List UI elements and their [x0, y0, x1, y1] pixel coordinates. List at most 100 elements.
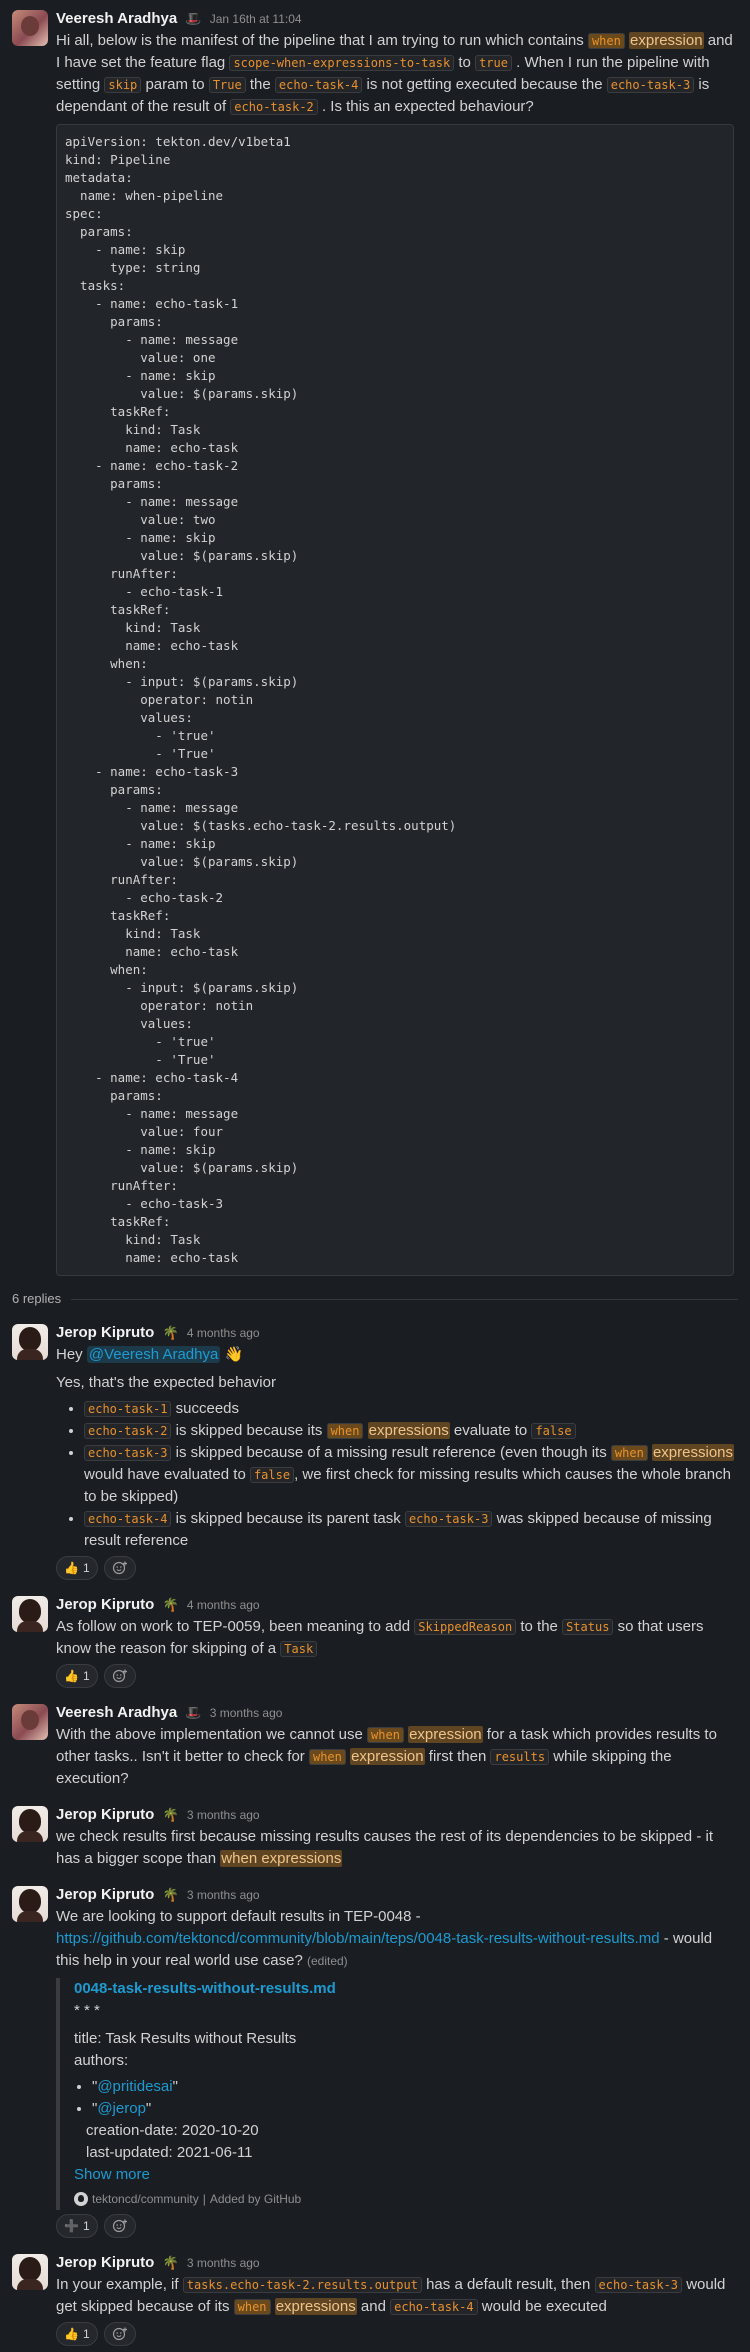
author-name[interactable]: Veeresh Aradhya — [56, 10, 177, 27]
reaction-count: 1 — [82, 2219, 90, 2233]
text-span: " — [145, 2100, 152, 2117]
avatar[interactable] — [12, 2254, 48, 2290]
inline-code: echo-task-4 — [274, 77, 363, 93]
timestamp[interactable]: 4 months ago — [187, 1598, 260, 1612]
inline-code: echo-task-3 — [606, 77, 695, 93]
message-header: Jerop Kipruto 🌴 4 months ago — [56, 1594, 734, 1616]
inline-code: True — [208, 77, 246, 93]
reaction-thumbs-up[interactable]: 👍 1 — [56, 1664, 98, 1688]
text-span: would be executed — [477, 2298, 607, 2315]
inline-code: when — [587, 33, 625, 49]
inline-code: tasks.echo-task-2.results.output — [182, 2277, 422, 2293]
text-span: " — [172, 2078, 178, 2095]
inline-code: when — [308, 1749, 346, 1765]
text-span: Hi all, below is the manifest of the pip… — [56, 32, 588, 49]
timestamp[interactable]: 3 months ago — [210, 1706, 283, 1720]
highlight: expressions — [274, 2298, 357, 2315]
timestamp[interactable]: 3 months ago — [187, 2256, 260, 2270]
unfurl-title[interactable]: 0048-task-results-without-results.md — [74, 1978, 734, 2000]
add-reaction-button[interactable] — [103, 1556, 136, 1580]
text-span: succeeds — [171, 1400, 240, 1417]
divider-line — [71, 1298, 738, 1300]
author-link[interactable]: @jerop — [97, 2100, 146, 2117]
replies-count: 6 replies — [12, 1291, 62, 1306]
inline-code: false — [249, 1467, 295, 1483]
avatar[interactable] — [12, 1806, 48, 1842]
author-name[interactable]: Jerop Kipruto — [56, 1886, 154, 1903]
replies-divider: 6 replies — [0, 1286, 750, 1314]
message-text: As follow on work to TEP-0059, been mean… — [56, 1616, 734, 1660]
unfurl-footer: tektoncd/community | Added by GitHub — [74, 2188, 734, 2210]
author-name[interactable]: Jerop Kipruto — [56, 1806, 154, 1823]
text-span: In your example, if — [56, 2276, 183, 2293]
highlight: expression — [350, 1748, 425, 1765]
text-span: and — [356, 2298, 391, 2315]
author-name[interactable]: Jerop Kipruto — [56, 2254, 154, 2271]
timestamp[interactable]: 4 months ago — [187, 1326, 260, 1340]
message-header: Jerop Kipruto 🌴 3 months ago — [56, 2252, 734, 2274]
thumbs-up-icon: 👍 — [64, 1561, 79, 1575]
unfurl-source[interactable]: tektoncd/community — [92, 2188, 199, 2210]
add-reaction-icon — [112, 1561, 127, 1575]
reaction-thumbs-up[interactable]: 👍 1 — [56, 2322, 98, 2346]
text-span: we check results first because missing r… — [56, 1828, 713, 1867]
inline-code: false — [531, 1423, 576, 1439]
plus-icon: ➕ — [64, 2219, 79, 2233]
code-block: apiVersion: tekton.dev/v1beta1 kind: Pip… — [56, 124, 734, 1276]
inline-code: when — [326, 1423, 364, 1439]
author-name[interactable]: Jerop Kipruto — [56, 1324, 154, 1341]
timestamp[interactable]: 3 months ago — [187, 1808, 260, 1822]
show-more-link[interactable]: Show more — [74, 2164, 734, 2186]
reaction-plus[interactable]: ➕ 1 — [56, 2214, 98, 2238]
list-item: "@pritidesai" — [92, 2076, 734, 2098]
reaction-thumbs-up[interactable]: 👍 1 — [56, 1556, 98, 1580]
message-text: We are looking to support default result… — [56, 1906, 734, 1972]
user-mention[interactable]: @Veeresh Aradhya — [86, 1346, 221, 1363]
reply-message: Jerop Kipruto 🌴 4 months ago Hey @Veeres… — [0, 1314, 750, 1586]
avatar[interactable] — [12, 10, 48, 46]
list-item: echo-task-2 is skipped because its when … — [84, 1420, 734, 1442]
add-reaction-button[interactable] — [103, 2214, 136, 2238]
author-link[interactable]: @pritidesai — [97, 2078, 172, 2095]
message-text: Yes, that's the expected behavior — [56, 1374, 276, 1391]
add-reaction-button[interactable] — [103, 1664, 136, 1688]
text-span: As follow on work to TEP-0059, been mean… — [56, 1618, 415, 1635]
reaction-count: 1 — [82, 1669, 90, 1683]
unfurl-line: title: Task Results without Results — [74, 2030, 297, 2047]
reactions-bar: ➕ 1 — [56, 2214, 734, 2238]
unfurl-line: authors: — [74, 2052, 129, 2069]
status-emoji-icon: 🌴 — [162, 1325, 179, 1340]
thumbs-up-icon: 👍 — [64, 1669, 79, 1683]
footer-separator: | — [202, 2192, 206, 2206]
author-name[interactable]: Jerop Kipruto — [56, 1596, 154, 1613]
avatar[interactable] — [12, 1704, 48, 1740]
timestamp[interactable]: 3 months ago — [187, 1888, 260, 1902]
inline-code: echo-task-4 — [390, 2299, 478, 2315]
text-span: With the above implementation we cannot … — [56, 1726, 368, 1743]
text-span: to the — [516, 1618, 563, 1635]
inline-code: when — [367, 1727, 404, 1743]
add-reaction-button[interactable] — [103, 2322, 136, 2346]
inline-code: echo-task-2 — [230, 99, 318, 115]
avatar[interactable] — [12, 1886, 48, 1922]
author-name[interactable]: Veeresh Aradhya — [56, 1704, 177, 1721]
text-span: first then — [424, 1748, 491, 1765]
avatar[interactable] — [12, 1596, 48, 1632]
status-emoji-icon: 🎩 — [185, 1705, 202, 1720]
avatar[interactable] — [12, 1324, 48, 1360]
message-link[interactable]: https://github.com/tektoncd/community/bl… — [56, 1930, 660, 1947]
link-unfurl: 0048-task-results-without-results.md * *… — [56, 1978, 734, 2210]
add-reaction-icon — [112, 2219, 127, 2233]
text-span: has a default result, then — [421, 2276, 595, 2293]
list-item: echo-task-4 is skipped because its paren… — [84, 1508, 734, 1552]
text-span: is skipped because of a missing result r… — [171, 1444, 611, 1461]
inline-code: echo-task-2 — [84, 1423, 172, 1439]
status-emoji-icon: 🌴 — [162, 1887, 179, 1902]
reply-message: Jerop Kipruto 🌴 3 months ago We are look… — [0, 1876, 750, 2244]
reply-message: Jerop Kipruto 🌴 3 months ago we check re… — [0, 1796, 750, 1876]
highlight: when expressions — [220, 1850, 343, 1867]
unfurl-author-list: "@pritidesai" "@jerop" — [74, 2076, 734, 2120]
status-emoji-icon: 🌴 — [162, 1807, 179, 1822]
timestamp[interactable]: Jan 16th at 11:04 — [210, 12, 302, 26]
unfurl-line: last-updated: 2021-06-11 — [86, 2144, 253, 2161]
